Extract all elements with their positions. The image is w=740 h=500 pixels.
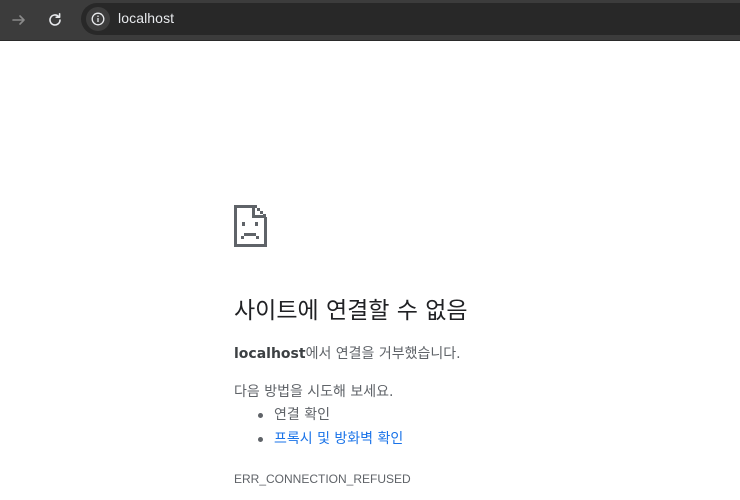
suggestion-check-connection: 연결 확인 — [274, 407, 330, 423]
address-bar[interactable]: localhost — [81, 3, 740, 35]
sad-page-icon — [234, 205, 267, 247]
error-summary: localhost에서 연결을 거부했습니다. — [234, 343, 461, 363]
suggestions-heading: 다음 방법을 시도해 보세요. — [234, 384, 394, 400]
info-icon — [91, 12, 105, 26]
url-text[interactable]: localhost — [118, 10, 174, 26]
forward-button[interactable] — [5, 6, 33, 34]
site-info-button[interactable] — [86, 7, 110, 31]
reload-button[interactable] — [41, 6, 69, 34]
suggestions-list: 연결 확인 프록시 및 방화벽 확인 — [234, 403, 403, 451]
suggestion-item[interactable]: 프록시 및 방화벽 확인 — [257, 427, 403, 451]
error-title: 사이트에 연결할 수 없음 — [234, 298, 468, 324]
arrow-right-icon — [12, 15, 25, 25]
suggestion-proxy-firewall-link[interactable]: 프록시 및 방화벽 확인 — [274, 431, 403, 447]
suggestion-item: 연결 확인 — [257, 403, 403, 427]
error-host: localhost — [234, 346, 306, 362]
error-code: ERR_CONNECTION_REFUSED — [234, 472, 411, 486]
error-summary-text: 에서 연결을 거부했습니다. — [305, 346, 461, 362]
reload-icon — [49, 13, 61, 26]
browser-toolbar: localhost — [0, 0, 740, 41]
